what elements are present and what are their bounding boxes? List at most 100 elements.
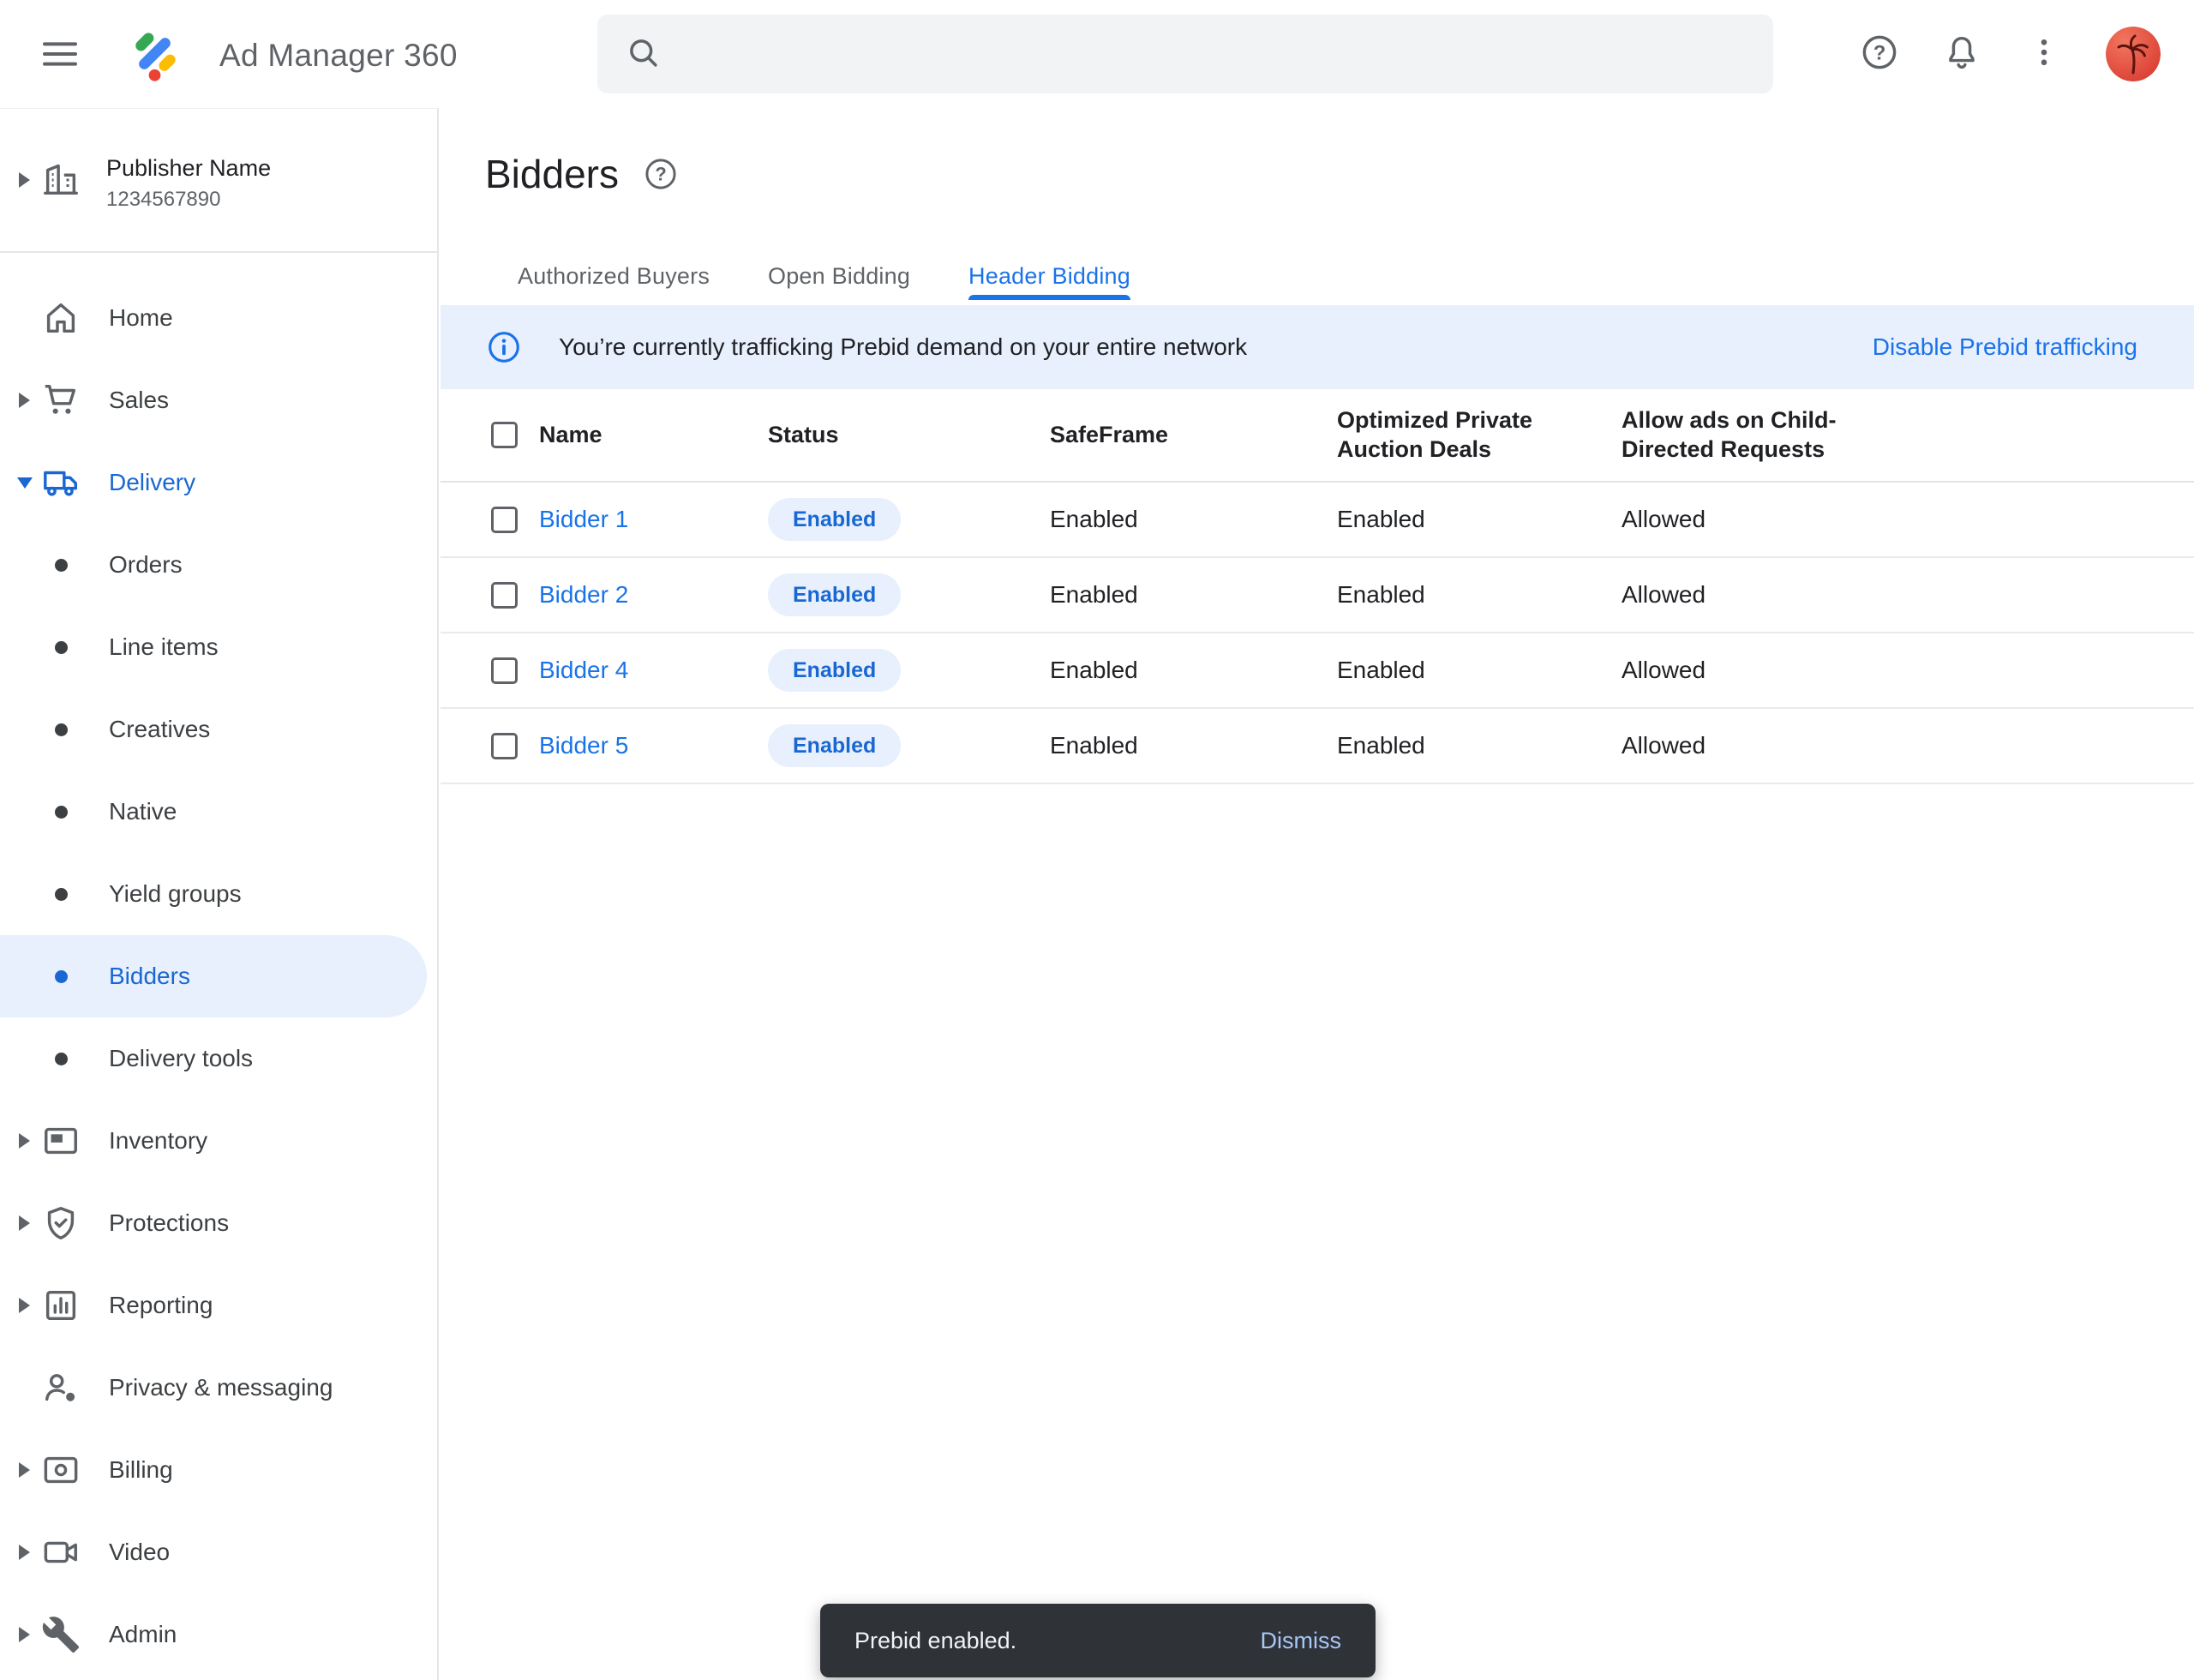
sidebar-item-delivery[interactable]: Delivery: [0, 441, 437, 524]
optimized-deals-cell: Enabled: [1337, 506, 1622, 533]
sidebar-item-label: Privacy & messaging: [109, 1374, 333, 1401]
search-bar[interactable]: [597, 15, 1773, 93]
sidebar-item-billing[interactable]: Billing: [0, 1429, 437, 1511]
expand-down-icon: [17, 477, 33, 489]
sidebar-item-video[interactable]: Video: [0, 1511, 437, 1593]
account-avatar[interactable]: [2106, 27, 2161, 81]
bullet-icon: [55, 1053, 68, 1065]
publisher-id: 1234567890: [106, 188, 271, 212]
building-icon: [41, 160, 81, 204]
sidebar-item-delivery-tools[interactable]: Delivery tools: [0, 1017, 437, 1100]
bidder-link[interactable]: Bidder 2: [539, 581, 628, 608]
publisher-selector[interactable]: Publisher Name 1234567890: [0, 109, 437, 253]
bidder-link[interactable]: Bidder 1: [539, 506, 628, 532]
bidder-link[interactable]: Bidder 5: [539, 732, 628, 759]
sidebar-item-label: Home: [109, 304, 173, 332]
main-content: Bidders ? Authorized Buyers Open Bidding…: [441, 108, 2194, 1680]
search-icon: [625, 34, 661, 75]
column-header-optimized-deals: Optimized Private Auction Deals: [1337, 406, 1622, 465]
svg-text:?: ?: [655, 164, 666, 185]
row-checkbox[interactable]: [491, 507, 518, 533]
truck-icon: [41, 463, 81, 502]
sidebar-item-admin[interactable]: Admin: [0, 1593, 437, 1676]
sidebar-item-label: Native: [109, 798, 177, 825]
bidders-table: Name Status SafeFrame Optimized Private …: [441, 389, 2194, 784]
status-badge: Enabled: [768, 573, 901, 616]
status-badge: Enabled: [768, 498, 901, 541]
wrench-icon: [41, 1615, 81, 1654]
info-icon: [486, 329, 522, 365]
tab-bar: Authorized Buyers Open Bidding Header Bi…: [441, 252, 2194, 300]
expand-right-icon: [19, 172, 30, 188]
sidebar-item-label: Video: [109, 1539, 170, 1566]
more-vert-icon: [2025, 33, 2063, 75]
sidebar-item-protections[interactable]: Protections: [0, 1182, 437, 1264]
sidebar-item-orders[interactable]: Orders: [0, 524, 437, 606]
sidebar-item-line-items[interactable]: Line items: [0, 606, 437, 688]
help-button[interactable]: ?: [1859, 33, 1900, 75]
tab-header-bidding[interactable]: Header Bidding: [946, 252, 1153, 300]
sidebar-item-label: Creatives: [109, 716, 210, 743]
table-row: Bidder 4 Enabled Enabled Enabled Allowed: [441, 633, 2194, 709]
page-help-icon[interactable]: ?: [643, 156, 679, 192]
sidebar-item-native[interactable]: Native: [0, 771, 437, 853]
sidebar-item-label: Protections: [109, 1209, 229, 1237]
row-checkbox[interactable]: [491, 733, 518, 759]
disable-prebid-link[interactable]: Disable Prebid trafficking: [1873, 333, 2137, 361]
expand-right-icon: [19, 1298, 30, 1313]
sidebar-item-creatives[interactable]: Creatives: [0, 688, 437, 771]
notifications-button[interactable]: [1941, 33, 1982, 75]
payment-card-icon: [41, 1450, 81, 1490]
bullet-icon: [55, 559, 68, 572]
menu-button[interactable]: [39, 33, 81, 75]
tab-authorized-buyers[interactable]: Authorized Buyers: [495, 252, 732, 300]
bullet-icon: [55, 888, 68, 901]
sidebar-item-privacy-messaging[interactable]: Privacy & messaging: [0, 1347, 437, 1429]
bidder-link[interactable]: Bidder 4: [539, 657, 628, 683]
sidebar-item-bidders[interactable]: Bidders: [0, 935, 427, 1017]
help-icon: ?: [1860, 33, 1899, 76]
column-header-child-directed: Allow ads on Child- Directed Requests: [1622, 406, 2194, 465]
svg-text:?: ?: [1873, 41, 1886, 64]
column-header-safeframe: SafeFrame: [1050, 422, 1337, 448]
row-checkbox[interactable]: [491, 657, 518, 684]
optimized-deals-cell: Enabled: [1337, 581, 1622, 609]
page-title: Bidders: [485, 151, 619, 197]
topbar: Ad Manager 360 ?: [0, 0, 2194, 108]
page-header: Bidders ?: [441, 108, 2194, 197]
safeframe-cell: Enabled: [1050, 732, 1337, 759]
child-directed-cell: Allowed: [1622, 581, 2194, 609]
cart-icon: [41, 381, 81, 420]
sidebar-item-yield-groups[interactable]: Yield groups: [0, 853, 437, 935]
snackbar-message: Prebid enabled.: [854, 1628, 1016, 1654]
bullet-icon: [55, 723, 68, 736]
select-all-checkbox[interactable]: [491, 422, 518, 448]
sidebar-item-label: Orders: [109, 551, 183, 579]
child-directed-cell: Allowed: [1622, 657, 2194, 684]
person-icon: [41, 1368, 81, 1407]
expand-right-icon: [19, 1545, 30, 1560]
column-header-status: Status: [768, 422, 1050, 448]
bullet-icon: [55, 970, 68, 983]
optimized-deals-cell: Enabled: [1337, 732, 1622, 759]
video-camera-icon: [41, 1533, 81, 1572]
tab-open-bidding[interactable]: Open Bidding: [746, 252, 932, 300]
prebid-banner: You’re currently trafficking Prebid dema…: [441, 305, 2194, 389]
snackbar-dismiss-button[interactable]: Dismiss: [1261, 1628, 1342, 1654]
status-badge: Enabled: [768, 649, 901, 692]
expand-right-icon: [19, 1462, 30, 1478]
topbar-actions: ?: [1859, 0, 2161, 108]
ad-manager-logo-icon: [127, 26, 183, 82]
overflow-menu-button[interactable]: [2023, 33, 2065, 75]
snackbar: Prebid enabled. Dismiss: [820, 1604, 1376, 1677]
table-row: Bidder 5 Enabled Enabled Enabled Allowed: [441, 709, 2194, 784]
sidebar-item-label: Bidders: [109, 963, 190, 990]
sidebar-item-reporting[interactable]: Reporting: [0, 1264, 437, 1347]
sidebar-item-inventory[interactable]: Inventory: [0, 1100, 437, 1182]
bar-chart-icon: [41, 1286, 81, 1325]
row-checkbox[interactable]: [491, 582, 518, 609]
search-input[interactable]: [683, 40, 1773, 69]
table-row: Bidder 2 Enabled Enabled Enabled Allowed: [441, 558, 2194, 633]
sidebar-item-home[interactable]: Home: [0, 277, 437, 359]
sidebar-item-sales[interactable]: Sales: [0, 359, 437, 441]
